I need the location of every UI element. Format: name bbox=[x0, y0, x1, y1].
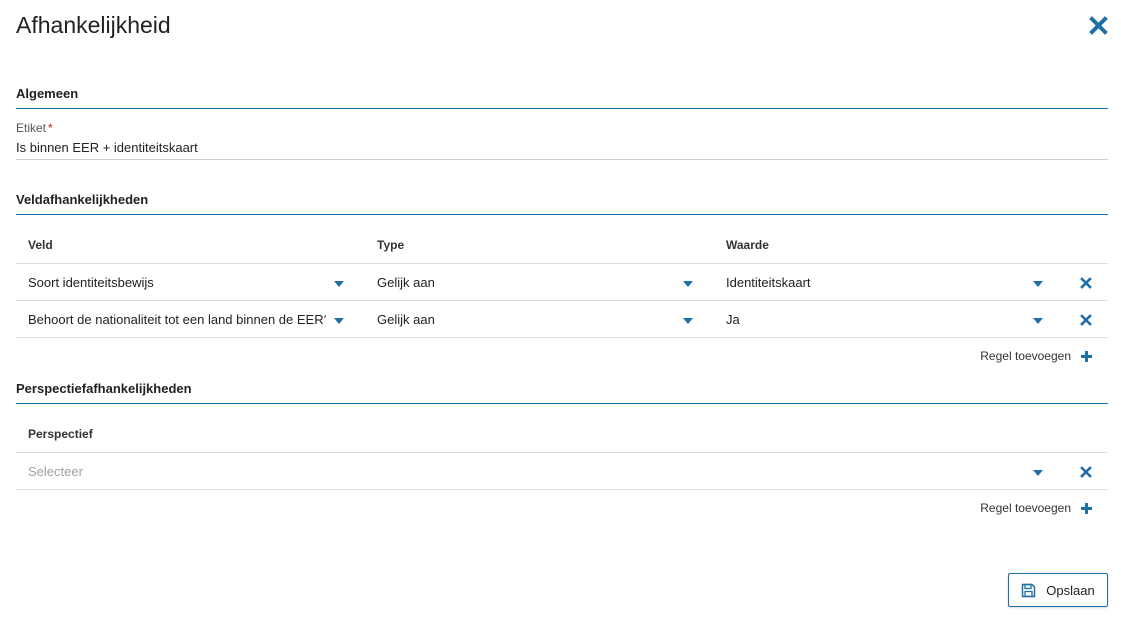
label-input-underline bbox=[16, 159, 1108, 160]
caret-down-icon[interactable] bbox=[334, 281, 344, 287]
value-select[interactable]: Identiteitskaart bbox=[726, 275, 1016, 290]
section-general-title: Algemeen bbox=[16, 86, 1108, 109]
caret-down-icon[interactable] bbox=[683, 281, 693, 287]
add-perspective-row-label: Regel toevoegen bbox=[980, 501, 1071, 515]
add-field-row-button[interactable]: Regel toevoegen bbox=[980, 349, 1093, 363]
column-header-type: Type bbox=[377, 238, 405, 252]
remove-row-icon[interactable] bbox=[1080, 277, 1092, 289]
table-divider bbox=[16, 489, 1108, 490]
field-select[interactable]: Soort identiteitsbewijs bbox=[28, 275, 328, 290]
add-field-row-label: Regel toevoegen bbox=[980, 349, 1071, 363]
column-header-perspective: Perspectief bbox=[28, 427, 93, 441]
section-perspective-dependencies-title: Perspectiefafhankelijkheden bbox=[16, 381, 1108, 404]
save-button-label: Opslaan bbox=[1046, 582, 1095, 598]
close-dialog-button[interactable] bbox=[1088, 15, 1109, 36]
table-divider bbox=[16, 300, 1108, 301]
value-select[interactable]: Ja bbox=[726, 312, 1016, 327]
remove-row-icon[interactable] bbox=[1080, 314, 1092, 326]
required-marker: * bbox=[48, 121, 53, 135]
column-header-field: Veld bbox=[28, 238, 53, 252]
type-select[interactable]: Gelijk aan bbox=[377, 312, 667, 327]
label-input[interactable]: Is binnen EER + identiteitskaart bbox=[16, 140, 198, 155]
column-header-value: Waarde bbox=[726, 238, 769, 252]
caret-down-icon[interactable] bbox=[1033, 318, 1043, 324]
table-divider bbox=[16, 263, 1108, 264]
table-divider bbox=[16, 337, 1108, 338]
caret-down-icon[interactable] bbox=[1033, 281, 1043, 287]
field-select[interactable]: Behoort de nationaliteit tot een land bi… bbox=[28, 312, 326, 327]
save-button[interactable]: Opslaan bbox=[1008, 573, 1108, 607]
close-icon bbox=[1089, 16, 1108, 35]
caret-down-icon[interactable] bbox=[683, 318, 693, 324]
plus-icon bbox=[1081, 350, 1092, 362]
perspective-select[interactable]: Selecteer bbox=[28, 464, 928, 479]
add-perspective-row-button[interactable]: Regel toevoegen bbox=[980, 501, 1093, 515]
label-field-label-text: Etiket bbox=[16, 121, 47, 135]
type-select[interactable]: Gelijk aan bbox=[377, 275, 667, 290]
label-field-label: Etiket * bbox=[16, 121, 53, 135]
caret-down-icon[interactable] bbox=[1033, 470, 1043, 476]
plus-icon bbox=[1081, 502, 1092, 514]
table-divider bbox=[16, 452, 1108, 453]
floppy-disk-icon bbox=[1022, 583, 1036, 597]
remove-row-icon[interactable] bbox=[1080, 466, 1092, 478]
dialog-title: Afhankelijkheid bbox=[16, 12, 171, 38]
caret-down-icon[interactable] bbox=[334, 318, 344, 324]
section-field-dependencies-title: Veldafhankelijkheden bbox=[16, 192, 1108, 215]
